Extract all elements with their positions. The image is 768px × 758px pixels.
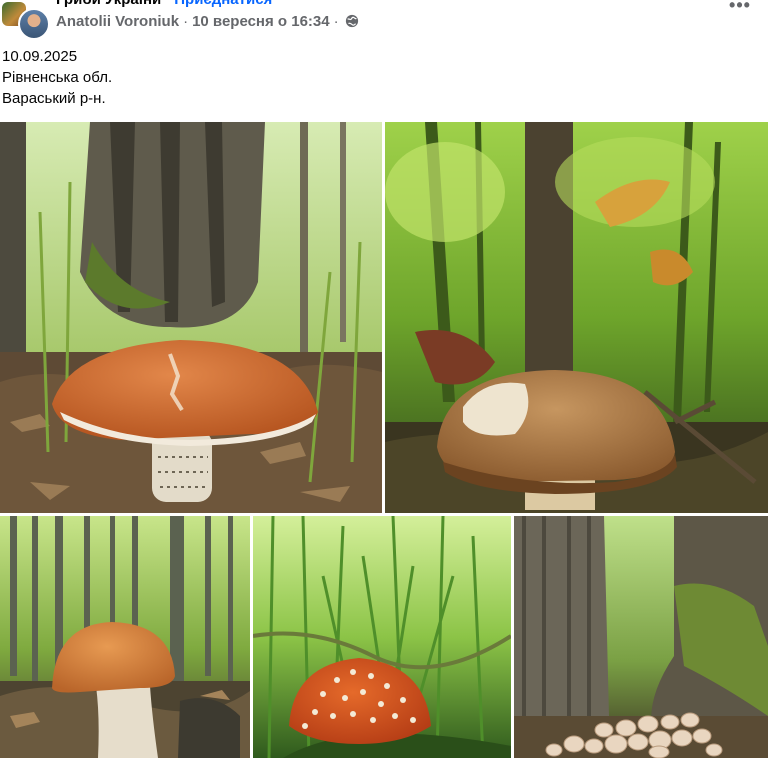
- post-meta: Anatolii Voroniuk · 10 вересня о 16:34 ·: [56, 13, 359, 32]
- ellipsis-icon[interactable]: •••: [726, 0, 754, 18]
- separator-dot: ·: [183, 13, 189, 30]
- separator-dot: ·: [333, 13, 339, 30]
- photo-5[interactable]: [514, 516, 768, 758]
- post-timestamp-link[interactable]: 10 вересня о 16:34: [192, 13, 330, 30]
- post-text-line: Вараський р-н.: [2, 90, 106, 107]
- photo-2[interactable]: [385, 122, 768, 513]
- join-group-link[interactable]: Приєднатися: [174, 0, 272, 8]
- photo-1[interactable]: [0, 122, 382, 513]
- group-line: Гриби України · Приєднатися: [56, 0, 272, 8]
- globe-icon[interactable]: [345, 14, 359, 32]
- photo-4[interactable]: [253, 516, 511, 758]
- avatar[interactable]: [18, 8, 50, 40]
- group-name-link[interactable]: Гриби України: [56, 0, 161, 8]
- post-text-line: 10.09.2025: [2, 48, 78, 65]
- photo-3[interactable]: [0, 516, 250, 758]
- author-name-link[interactable]: Anatolii Voroniuk: [56, 13, 179, 30]
- post-text-line: Рівненська обл.: [2, 69, 113, 86]
- post-text: 10.09.2025 Рівненська обл. Вараський р-н…: [2, 46, 112, 109]
- separator-dot: ·: [165, 0, 170, 8]
- post-header: Гриби України · Приєднатися Anatolii Voron…: [0, 0, 768, 44]
